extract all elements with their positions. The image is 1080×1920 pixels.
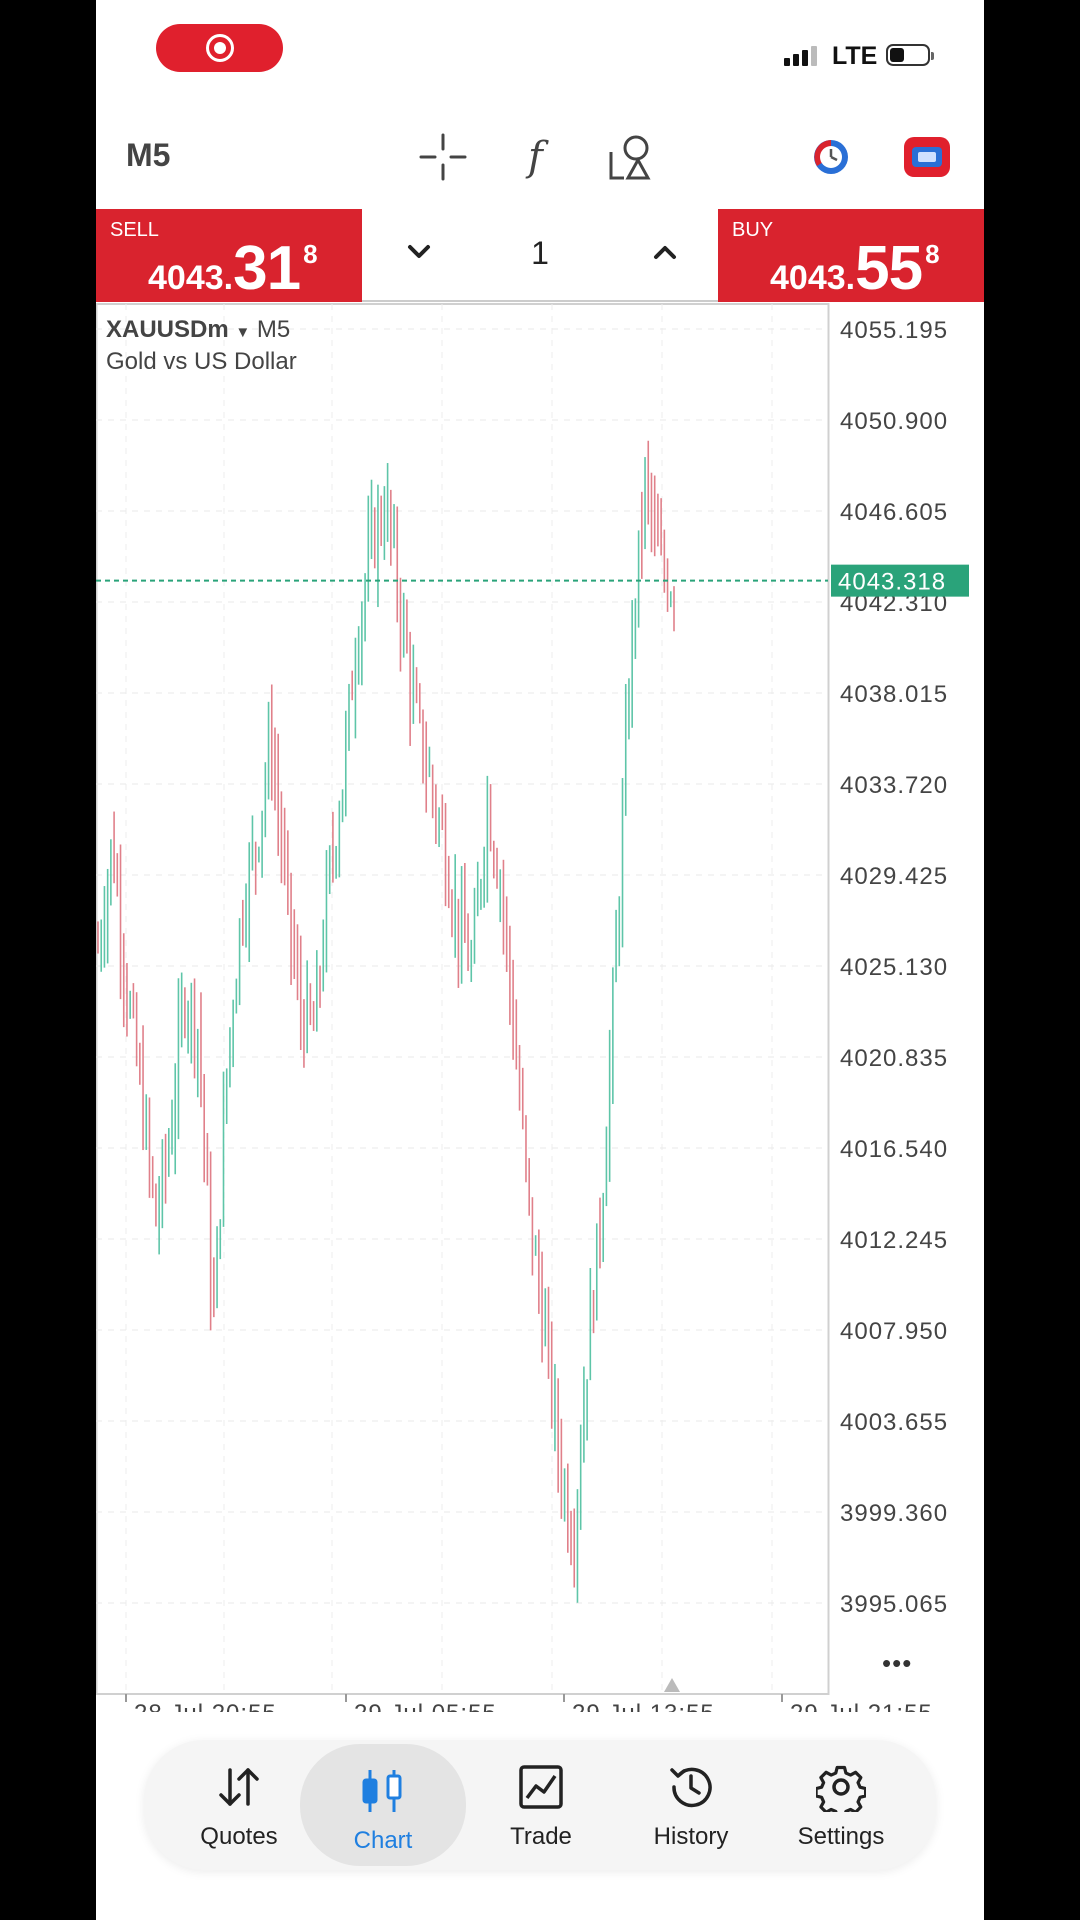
y-tick-label: 4055.195 bbox=[840, 317, 948, 344]
nav-quotes[interactable]: Quotes bbox=[164, 1740, 314, 1870]
y-tick-label: 4025.130 bbox=[840, 954, 948, 981]
indicators-icon[interactable]: f bbox=[514, 132, 564, 182]
sell-button[interactable]: SELL 4043.31 8 bbox=[96, 209, 362, 303]
trade-icon bbox=[519, 1765, 563, 1809]
more-options-button[interactable]: ••• bbox=[882, 1648, 912, 1679]
y-tick-label: 4050.900 bbox=[840, 408, 948, 435]
quotes-icon bbox=[219, 1768, 259, 1806]
sell-price: 4043.31 8 bbox=[148, 234, 318, 303]
signal-icon bbox=[784, 46, 817, 66]
history-icon bbox=[670, 1767, 712, 1808]
nav-chart[interactable]: Chart bbox=[300, 1744, 466, 1866]
objects-icon[interactable] bbox=[606, 132, 656, 182]
chart-icon bbox=[362, 1770, 402, 1812]
record-icon bbox=[205, 34, 234, 62]
y-tick-label: 4020.835 bbox=[840, 1045, 948, 1072]
y-tick-label: 4016.540 bbox=[840, 1136, 948, 1163]
y-tick-label: 4033.720 bbox=[840, 772, 948, 799]
app-screen: LTE M5 f SELL 4043.31 8 1 BUY 4043.55 8 … bbox=[96, 0, 984, 1920]
candlestick-chart[interactable]: 4055.1954050.9004046.6054042.3104038.015… bbox=[96, 302, 984, 1727]
x-tick-label: 29 Jul 13:55 bbox=[572, 1700, 715, 1712]
increase-lot-button[interactable] bbox=[650, 237, 680, 267]
nav-history[interactable]: History bbox=[616, 1740, 766, 1870]
screen-recording-indicator[interactable] bbox=[156, 24, 283, 72]
settings-icon bbox=[816, 1765, 866, 1812]
one-click-trading-bar: SELL 4043.31 8 1 BUY 4043.55 8 bbox=[96, 209, 984, 303]
svg-text:f: f bbox=[525, 134, 549, 180]
y-tick-label: 4007.950 bbox=[840, 1318, 948, 1345]
price-chart[interactable]: 4055.195 4050.900 4046.605 4042.310 4038.015… bbox=[96, 302, 984, 1727]
nav-trade[interactable]: Trade bbox=[466, 1740, 616, 1870]
plot-frame bbox=[96, 303, 830, 1695]
card-badge-icon[interactable] bbox=[904, 137, 950, 177]
bottom-navigation: Quotes Chart Trade History Settings bbox=[144, 1740, 936, 1870]
symbol-selector[interactable]: XAUUSDm ▼ M5 bbox=[106, 316, 290, 344]
y-tick-label: 4029.425 bbox=[840, 863, 948, 890]
network-type: LTE bbox=[832, 42, 878, 70]
y-tick-label: 3999.360 bbox=[840, 1500, 948, 1527]
battery-icon bbox=[886, 44, 934, 66]
y-tick-label: 4046.605 bbox=[840, 499, 948, 526]
crosshair-icon[interactable] bbox=[418, 132, 468, 182]
y-tick-label: 4038.015 bbox=[840, 681, 948, 708]
buy-price: 4043.55 8 bbox=[770, 234, 940, 303]
y-tick-label: 4003.655 bbox=[840, 1409, 948, 1436]
x-tick-label: 29 Jul 21:55 bbox=[790, 1700, 933, 1712]
y-tick-label: 4012.245 bbox=[840, 1227, 948, 1254]
timeframe-button[interactable]: M5 bbox=[126, 137, 170, 174]
x-tick-label: 29 Jul 05:55 bbox=[354, 1700, 497, 1712]
chart-shift-marker bbox=[664, 1678, 680, 1692]
buy-button[interactable]: BUY 4043.55 8 bbox=[718, 209, 984, 303]
x-tick-label: 28 Jul 20:55 bbox=[134, 1700, 277, 1712]
symbol-description: Gold vs US Dollar bbox=[106, 348, 297, 375]
nav-settings[interactable]: Settings bbox=[766, 1740, 916, 1870]
bid-price-label: 4043.318 bbox=[838, 569, 946, 596]
buy-label: BUY bbox=[732, 219, 774, 241]
y-tick-label: 3995.065 bbox=[840, 1591, 948, 1618]
clock-badge-icon[interactable] bbox=[808, 137, 854, 177]
lot-size-control: 1 bbox=[362, 209, 718, 302]
